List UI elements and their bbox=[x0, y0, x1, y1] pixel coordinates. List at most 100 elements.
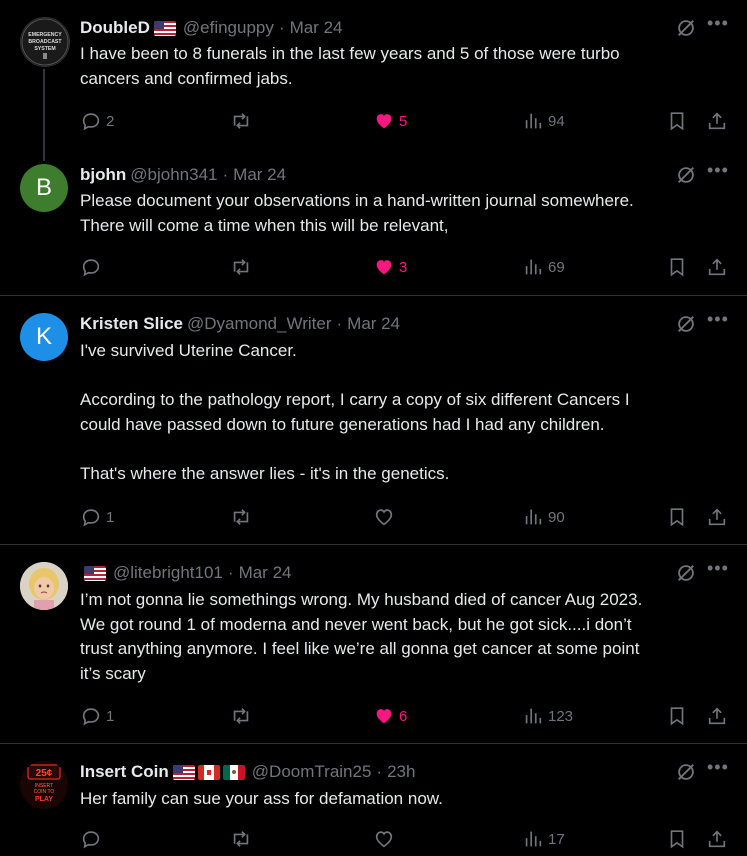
like-button[interactable] bbox=[373, 505, 399, 529]
grok-icon[interactable] bbox=[675, 164, 697, 186]
repost-button[interactable] bbox=[230, 109, 256, 133]
grok-icon[interactable] bbox=[675, 313, 697, 335]
avatar[interactable]: K bbox=[20, 313, 68, 361]
repost-button[interactable] bbox=[230, 505, 256, 529]
emergency-broadcast-logo-icon: EMERGENCY BROADCAST SYSTEM bbox=[21, 18, 69, 66]
post-date[interactable]: Mar 24 bbox=[233, 165, 286, 185]
post-date[interactable]: 23h bbox=[387, 762, 415, 782]
views-button[interactable]: 17 bbox=[522, 827, 565, 851]
display-name[interactable]: bjohn bbox=[80, 165, 126, 185]
post-date[interactable]: Mar 24 bbox=[290, 18, 343, 38]
handle[interactable]: @bjohn341 bbox=[130, 165, 217, 185]
views-button[interactable]: 94 bbox=[522, 109, 565, 133]
separator-dot: · bbox=[376, 762, 383, 781]
share-button[interactable] bbox=[706, 505, 728, 529]
heart-icon bbox=[376, 709, 392, 724]
post-date[interactable]: Mar 24 bbox=[239, 563, 292, 583]
post-header: DoubleD @efinguppy · Mar 24 bbox=[80, 17, 342, 39]
handle[interactable]: @DoomTrain25 bbox=[252, 762, 372, 782]
bookmark-icon bbox=[670, 112, 684, 131]
handle[interactable]: @Dyamond_Writer bbox=[187, 314, 331, 334]
views-icon bbox=[525, 831, 542, 847]
handle[interactable]: @litebright101 bbox=[113, 563, 223, 583]
avatar-letter: K bbox=[35, 323, 52, 350]
reply-icon bbox=[82, 831, 100, 849]
svg-text:EMERGENCY: EMERGENCY bbox=[28, 32, 62, 38]
share-icon bbox=[708, 830, 726, 848]
post-insert-coin[interactable]: 25¢ INSERT COIN TO PLAY Insert Coin @Doo… bbox=[0, 758, 747, 856]
share-button[interactable] bbox=[706, 704, 728, 728]
post-date[interactable]: Mar 24 bbox=[347, 314, 400, 334]
repost-icon bbox=[233, 831, 249, 847]
more-icon[interactable]: ••• bbox=[707, 559, 728, 584]
like-count: 5 bbox=[399, 112, 408, 130]
post-bjohn[interactable]: B bjohn @bjohn341 · Mar 24 ••• Please do… bbox=[0, 161, 747, 294]
avatar[interactable]: B bbox=[20, 164, 68, 212]
post-doubled[interactable]: EMERGENCY BROADCAST SYSTEM DoubleD @efin… bbox=[0, 14, 747, 161]
share-icon bbox=[708, 258, 726, 276]
post-actions: 3 69 bbox=[80, 255, 730, 279]
repost-button[interactable] bbox=[230, 255, 256, 279]
view-count: 90 bbox=[548, 508, 565, 526]
reply-button[interactable]: 2 bbox=[80, 109, 114, 133]
reply-button[interactable]: 1 bbox=[80, 505, 114, 529]
share-button[interactable] bbox=[706, 255, 728, 279]
views-button[interactable]: 69 bbox=[522, 255, 565, 279]
post-litebright[interactable]: @litebright101 · Mar 24 ••• I’m not gonn… bbox=[0, 559, 747, 732]
share-icon bbox=[708, 112, 726, 130]
reply-button[interactable] bbox=[80, 827, 106, 851]
more-icon[interactable]: ••• bbox=[707, 310, 728, 335]
reply-icon bbox=[82, 259, 100, 277]
us-flag-icon bbox=[84, 565, 106, 581]
bookmark-button[interactable] bbox=[666, 704, 688, 728]
post-actions: 1 90 bbox=[80, 505, 730, 529]
grok-icon[interactable] bbox=[675, 761, 697, 783]
like-count: 6 bbox=[399, 707, 408, 725]
grok-icon[interactable] bbox=[675, 17, 697, 39]
like-button[interactable]: 3 bbox=[373, 255, 407, 279]
post-kristen-slice[interactable]: K Kristen Slice @Dyamond_Writer · Mar 24… bbox=[0, 310, 747, 533]
avatar[interactable]: EMERGENCY BROADCAST SYSTEM bbox=[20, 17, 70, 67]
more-icon[interactable]: ••• bbox=[707, 758, 728, 783]
repost-icon bbox=[233, 708, 249, 724]
share-button[interactable] bbox=[706, 827, 728, 851]
girl-portrait-icon bbox=[20, 562, 68, 610]
separator-dot: · bbox=[227, 563, 234, 582]
repost-button[interactable] bbox=[230, 704, 256, 728]
views-icon bbox=[525, 259, 542, 275]
bookmark-button[interactable] bbox=[666, 255, 688, 279]
post-actions: 1 6 123 bbox=[80, 704, 730, 728]
handle[interactable]: @efinguppy bbox=[183, 18, 274, 38]
share-button[interactable] bbox=[706, 109, 728, 133]
display-name[interactable]: Insert Coin bbox=[80, 762, 169, 782]
avatar[interactable] bbox=[20, 562, 68, 610]
bookmark-button[interactable] bbox=[666, 505, 688, 529]
mexico-flag-icon bbox=[222, 764, 245, 780]
like-button[interactable]: 5 bbox=[373, 109, 407, 133]
views-button[interactable]: 90 bbox=[522, 505, 565, 529]
more-icon[interactable]: ••• bbox=[707, 14, 728, 39]
display-name[interactable]: Kristen Slice bbox=[80, 314, 183, 334]
reply-button[interactable]: 1 bbox=[80, 704, 114, 728]
svg-text:BROADCAST: BROADCAST bbox=[28, 39, 62, 45]
reply-button[interactable] bbox=[80, 255, 106, 279]
avatar[interactable]: 25¢ INSERT COIN TO PLAY bbox=[20, 761, 68, 809]
grok-icon[interactable] bbox=[675, 562, 697, 584]
display-name[interactable]: DoubleD bbox=[80, 18, 150, 38]
svg-text:25¢: 25¢ bbox=[36, 768, 53, 779]
canada-flag-icon bbox=[197, 764, 220, 780]
like-button[interactable]: 6 bbox=[373, 704, 407, 728]
post-actions: 17 bbox=[80, 827, 730, 851]
divider bbox=[0, 295, 747, 296]
more-icon[interactable]: ••• bbox=[707, 161, 728, 186]
bookmark-button[interactable] bbox=[666, 109, 688, 133]
views-button[interactable]: 123 bbox=[522, 704, 573, 728]
svg-text:COIN TO: COIN TO bbox=[34, 789, 55, 795]
like-button[interactable] bbox=[373, 827, 399, 851]
post-text: I’m not gonna lie somethings wrong. My h… bbox=[80, 590, 643, 683]
reply-count: 1 bbox=[106, 707, 115, 725]
post-header: Insert Coin @DoomTrain25 · 23h bbox=[80, 761, 415, 783]
bookmark-button[interactable] bbox=[666, 827, 688, 851]
repost-button[interactable] bbox=[230, 827, 256, 851]
view-count: 123 bbox=[548, 707, 574, 725]
